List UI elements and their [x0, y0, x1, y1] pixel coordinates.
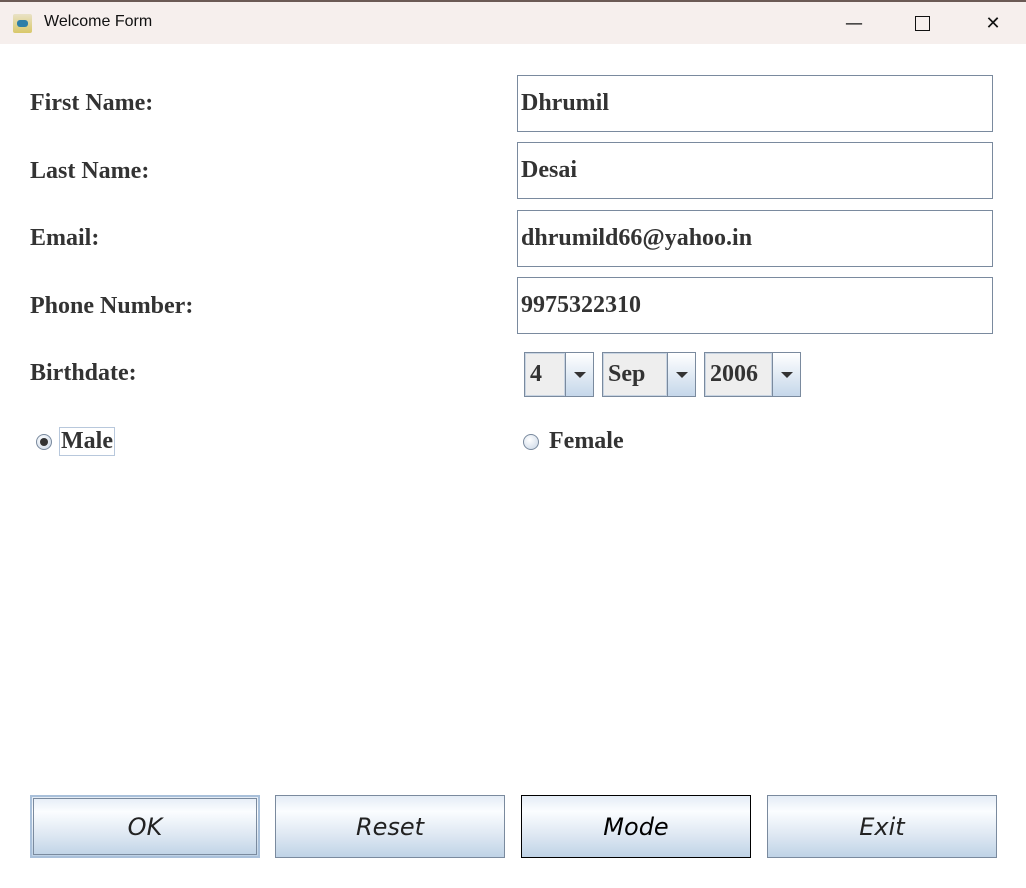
female-label[interactable]: Female — [549, 428, 624, 455]
year-select[interactable]: 2006 — [704, 352, 801, 397]
last-name-label: Last Name: — [30, 158, 150, 184]
first-name-field[interactable]: Dhrumil — [517, 75, 993, 132]
chevron-down-icon[interactable] — [772, 353, 800, 396]
month-value: Sep — [603, 353, 667, 396]
exit-button[interactable]: Exit — [767, 795, 997, 858]
maximize-icon[interactable] — [899, 6, 945, 40]
app-icon — [13, 14, 32, 33]
day-value: 4 — [525, 353, 565, 396]
email-field[interactable]: dhrumild66@yahoo.in — [517, 210, 993, 267]
male-label[interactable]: Male — [59, 427, 115, 456]
year-value: 2006 — [705, 353, 772, 396]
chevron-down-icon[interactable] — [565, 353, 593, 396]
window-title: Welcome Form — [44, 13, 153, 30]
title-bar: Welcome Form — ✕ — [0, 0, 1026, 44]
birthdate-label: Birthdate: — [30, 360, 137, 386]
chevron-down-icon[interactable] — [667, 353, 695, 396]
ok-button[interactable]: OK — [30, 795, 260, 858]
email-label: Email: — [30, 225, 100, 251]
month-select[interactable]: Sep — [602, 352, 696, 397]
minimize-icon[interactable]: — — [831, 6, 877, 40]
male-radio[interactable] — [36, 434, 52, 450]
close-icon[interactable]: ✕ — [970, 6, 1016, 40]
day-select[interactable]: 4 — [524, 352, 594, 397]
last-name-field[interactable]: Desai — [517, 142, 993, 199]
phone-field[interactable]: 9975322310 — [517, 277, 993, 334]
first-name-label: First Name: — [30, 90, 154, 116]
female-radio[interactable] — [523, 434, 539, 450]
phone-label: Phone Number: — [30, 293, 194, 319]
mode-button[interactable]: Mode — [521, 795, 751, 858]
reset-button[interactable]: Reset — [275, 795, 505, 858]
